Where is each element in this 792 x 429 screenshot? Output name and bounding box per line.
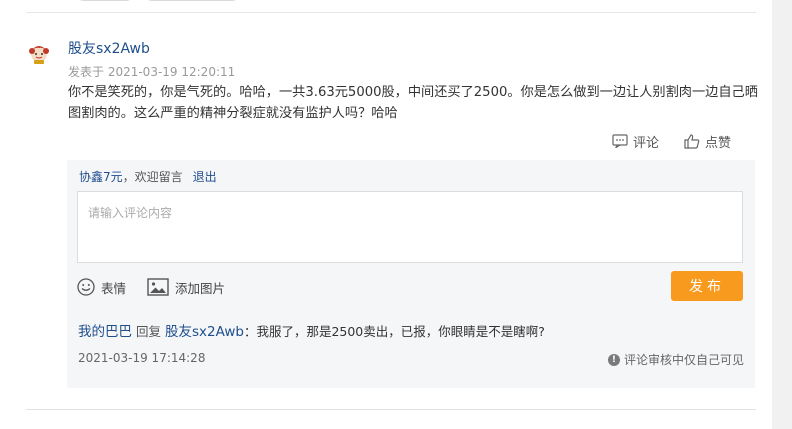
- image-icon: [147, 278, 169, 296]
- comment-button[interactable]: 评论: [612, 132, 660, 151]
- post-time: 发表于 2021-03-19 12:20:11: [68, 65, 236, 79]
- post-content: 你不是笑死的，你是气死的。哈哈，一共3.63元5000股，中间还买了2500。你…: [68, 85, 758, 121]
- reply-author[interactable]: 我的巴巴: [78, 324, 132, 340]
- review-notice: ! 评论审核中仅自己可见: [607, 351, 744, 368]
- review-notice-text: 评论审核中仅自己可见: [623, 353, 744, 367]
- publish-button[interactable]: 发布: [671, 271, 743, 301]
- comment-input[interactable]: [77, 191, 743, 263]
- info-icon: !: [607, 353, 620, 366]
- top-tab-left[interactable]: [76, 0, 134, 1]
- avatar[interactable]: [28, 42, 50, 64]
- add-image-button[interactable]: 添加图片: [147, 277, 225, 297]
- divider: [26, 12, 756, 13]
- divider: [26, 409, 756, 410]
- reply-verb: 回复: [136, 324, 162, 339]
- login-status: 协鑫7元，欢迎留言 退出: [79, 168, 217, 185]
- post-username[interactable]: 股友sx2Awb: [68, 38, 150, 58]
- thumbs-up-icon: [684, 133, 700, 149]
- welcome-text: ，欢迎留言: [122, 170, 183, 184]
- scrollbar[interactable]: [772, 0, 792, 429]
- post-page: 股友sx2Awb 发表于 2021-03-19 12:20:11 你不是笑死的，…: [0, 0, 772, 429]
- emoji-icon: [77, 278, 95, 296]
- emoji-label: 表情: [101, 280, 127, 296]
- reply-panel: 协鑫7元，欢迎留言退出 表情 添加图片 发布 我的巴巴回复股友sx2Awb：我服…: [67, 160, 755, 388]
- comment-label: 评论: [633, 135, 660, 151]
- current-user-name[interactable]: 协鑫7元: [79, 170, 123, 184]
- logout-link[interactable]: 退出: [193, 170, 217, 184]
- like-button[interactable]: 点赞: [684, 132, 732, 151]
- add-image-label: 添加图片: [175, 280, 226, 296]
- reply-target[interactable]: 股友sx2Awb: [165, 324, 244, 340]
- comment-icon: [612, 134, 628, 148]
- like-label: 点赞: [705, 135, 732, 151]
- reply-text: ：我服了，那是2500卖出，已报，你眼睛是不是瞎啊?: [243, 324, 545, 339]
- reply-item: 我的巴巴 回复 股友sx2Awb：我服了，那是2500卖出，已报，你眼睛是不是瞎啊?: [78, 320, 744, 340]
- emoji-button[interactable]: 表情: [77, 277, 126, 297]
- reply-time: 2021-03-19 17:14:28: [78, 351, 206, 365]
- top-tab-right[interactable]: [144, 0, 240, 1]
